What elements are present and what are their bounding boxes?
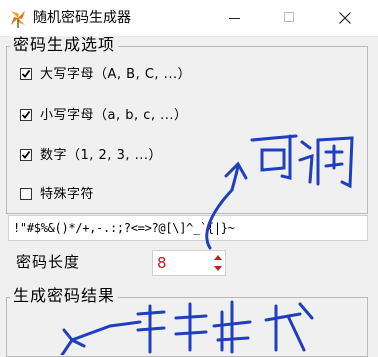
title-bar: 随机密码生成器 <box>0 0 378 37</box>
length-label: 密码长度 <box>16 253 81 271</box>
spin-up-icon[interactable] <box>211 252 225 263</box>
close-icon <box>339 12 351 24</box>
uppercase-checkbox[interactable] <box>20 68 32 80</box>
check-icon <box>21 69 31 78</box>
pinwheel-icon <box>11 11 25 28</box>
spin-down-icon[interactable] <box>211 263 225 274</box>
result-groupbox <box>6 297 368 357</box>
digits-label: 数字（1, 2, 3, ...） <box>40 148 163 163</box>
lowercase-label: 小写字母（a, b, c, ...） <box>40 108 188 123</box>
special-checkbox[interactable] <box>20 188 32 200</box>
length-spinbox[interactable]: 8 <box>152 250 226 276</box>
close-button[interactable] <box>322 0 368 36</box>
result-group-title: 生成密码结果 <box>10 287 119 305</box>
digits-checkbox[interactable] <box>20 149 32 161</box>
length-value[interactable]: 8 <box>157 254 167 272</box>
check-icon <box>21 110 31 119</box>
special-label: 特殊字符 <box>40 187 95 202</box>
special-chars-field[interactable]: !"#$%&()*/+,-.:;?<=>?@[\]^_`{|}~ <box>8 215 368 241</box>
check-icon <box>21 150 31 159</box>
maximize-button[interactable] <box>267 0 313 36</box>
window-title: 随机密码生成器 <box>33 10 131 26</box>
uppercase-label: 大写字母（A, B, C, ...） <box>40 67 192 82</box>
lowercase-checkbox[interactable] <box>20 109 32 121</box>
options-group-title: 密码生成选项 <box>10 36 119 54</box>
minimize-button[interactable] <box>212 0 258 36</box>
